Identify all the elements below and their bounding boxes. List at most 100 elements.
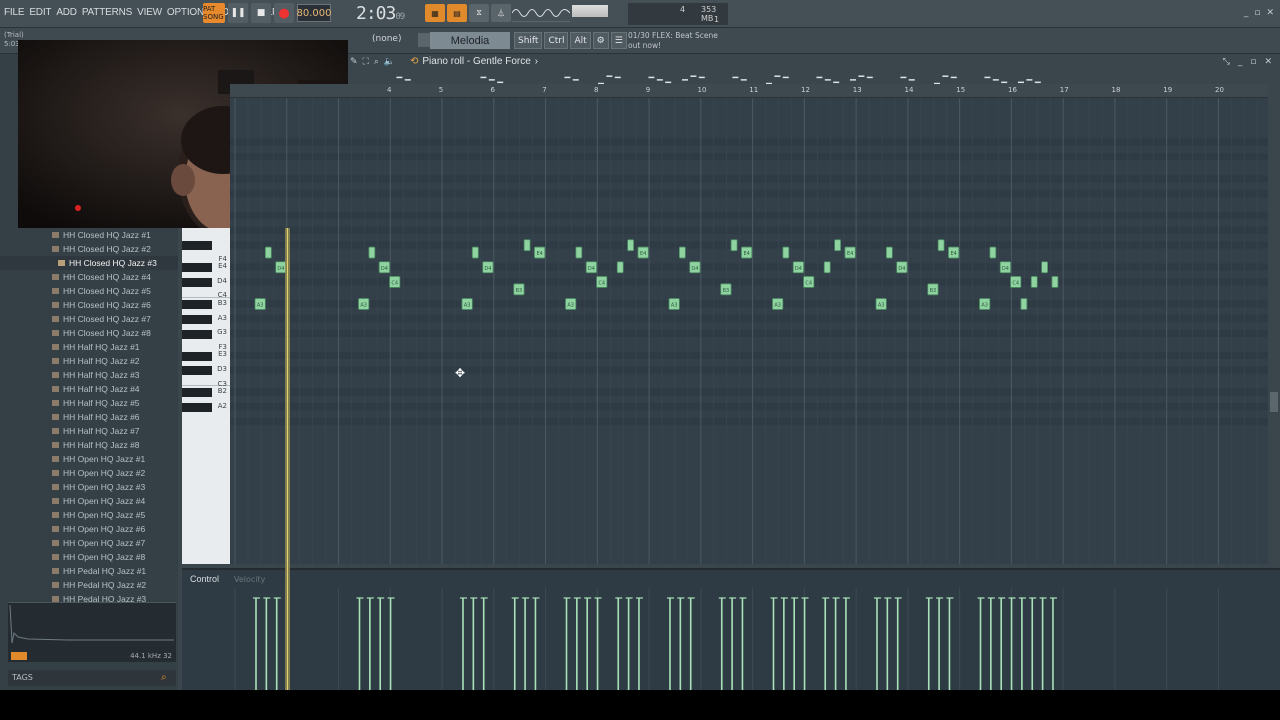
browser-item[interactable]: HH Closed HQ Jazz #5 [0, 284, 178, 298]
news-ticker[interactable]: 01/30 FLEX: Beat Scene out now! [628, 31, 718, 51]
pat-song-toggle[interactable]: PAT SONG [203, 3, 225, 23]
pr-maximize-icon[interactable]: ▫ [1250, 57, 1256, 67]
pr-minimize-icon[interactable]: _ [1238, 57, 1243, 67]
note[interactable] [264, 246, 272, 259]
step-mode-button[interactable]: ▤ [447, 4, 467, 22]
zoom-icon[interactable]: ⌕ [374, 57, 379, 67]
note[interactable] [730, 239, 738, 252]
fullscreen-icon[interactable]: ⛶ [363, 57, 369, 67]
browser-item[interactable]: HH Closed HQ Jazz #2 [0, 242, 178, 256]
preview-play-icon[interactable] [11, 652, 27, 660]
menu-item-patterns[interactable]: PATTERNS [82, 7, 132, 18]
menu-button[interactable]: ☰ [610, 32, 627, 49]
menu-item-edit[interactable]: EDIT [29, 7, 51, 18]
browser-item[interactable]: HH Half HQ Jazz #2 [0, 354, 178, 368]
master-volume-meter[interactable] [572, 5, 608, 17]
browser-item[interactable]: HH Pedal HQ Jazz #2 [0, 578, 178, 592]
black-key[interactable] [182, 278, 212, 288]
note[interactable] [575, 246, 583, 259]
black-key[interactable] [182, 263, 212, 273]
speaker-icon[interactable]: 🔈 [384, 57, 395, 67]
velocity-lane[interactable] [230, 588, 1268, 690]
black-key[interactable] [182, 351, 212, 361]
control-label[interactable]: Control [190, 574, 219, 584]
scroll-thumb[interactable] [1270, 392, 1278, 412]
note[interactable] [834, 239, 841, 252]
alt-button[interactable]: Alt [570, 32, 591, 49]
browser-item[interactable]: HH Open HQ Jazz #1 [0, 452, 178, 466]
black-key[interactable] [182, 366, 212, 376]
metronome-button[interactable]: ⏃ [491, 4, 511, 22]
maximize-icon[interactable]: ▫ [1254, 8, 1260, 18]
note[interactable] [885, 246, 893, 259]
note[interactable] [678, 246, 686, 259]
shift-button[interactable]: Shift [514, 32, 543, 49]
note[interactable] [1030, 276, 1038, 288]
browser-item[interactable]: HH Open HQ Jazz #5 [0, 508, 178, 522]
tempo-display[interactable]: 80.000 [297, 4, 332, 22]
note[interactable] [523, 239, 531, 252]
black-key[interactable] [182, 388, 212, 398]
note[interactable] [823, 261, 831, 274]
browser-item[interactable]: HH Half HQ Jazz #4 [0, 382, 178, 396]
browser-item[interactable]: HH Open HQ Jazz #3 [0, 480, 178, 494]
pattern-selector[interactable]: (none) [372, 34, 401, 44]
note[interactable] [989, 246, 997, 259]
song-time-display[interactable]: 2:0309 [356, 3, 405, 24]
browser-item[interactable]: HH Pedal HQ Jazz #1 [0, 564, 178, 578]
black-key[interactable] [182, 241, 212, 251]
browser-item[interactable]: HH Closed HQ Jazz #3 [0, 256, 178, 270]
record-button[interactable]: ● [274, 3, 294, 23]
play-pattern-button[interactable] [418, 33, 430, 47]
ctrl-button[interactable]: Ctrl [544, 32, 569, 49]
detach-icon[interactable]: ⤡ [1223, 57, 1230, 67]
black-key[interactable] [182, 314, 212, 324]
browser-item[interactable]: HH Half HQ Jazz #8 [0, 438, 178, 452]
browser-item[interactable]: HH Open HQ Jazz #6 [0, 522, 178, 536]
note[interactable] [1020, 298, 1028, 310]
minimize-icon[interactable]: _ [1244, 8, 1249, 18]
pr-close-icon[interactable]: ✕ [1264, 57, 1272, 67]
wait-button[interactable]: ⧖ [469, 4, 489, 22]
black-key[interactable] [182, 300, 212, 310]
note[interactable] [782, 246, 790, 259]
note[interactable] [1041, 261, 1048, 274]
browser-item[interactable]: HH Half HQ Jazz #6 [0, 410, 178, 424]
piano-roll-overview[interactable] [348, 70, 1268, 87]
note[interactable] [471, 246, 479, 259]
close-icon[interactable]: ✕ [1266, 8, 1274, 18]
note[interactable] [616, 261, 624, 274]
browser-item[interactable]: HH Closed HQ Jazz #1 [0, 228, 178, 242]
piano-keyboard[interactable]: F4 E4 D4 C4 B3 A3 G3 F3 E3 D3 C3 B2 A2 [182, 228, 230, 564]
black-key[interactable] [182, 403, 212, 413]
menu-item-view[interactable]: VIEW [137, 7, 162, 18]
note[interactable] [627, 239, 635, 252]
tags-bar[interactable]: TAGS ⌕ [8, 670, 176, 686]
black-key[interactable] [182, 329, 212, 339]
browser-item[interactable]: HH Closed HQ Jazz #7 [0, 312, 178, 326]
pattern-mode-button[interactable]: ▦ [425, 4, 445, 22]
browser-item[interactable]: HH Open HQ Jazz #7 [0, 536, 178, 550]
browser-item[interactable]: HH Half HQ Jazz #1 [0, 340, 178, 354]
browser-item[interactable]: HH Half HQ Jazz #3 [0, 368, 178, 382]
browser-item[interactable]: HH Closed HQ Jazz #4 [0, 270, 178, 284]
browser-item[interactable]: HH Half HQ Jazz #5 [0, 396, 178, 410]
note[interactable] [937, 239, 945, 252]
piano-roll-title-bar[interactable]: ⟲ Piano roll - Gentle Force › [410, 56, 538, 67]
browser-item[interactable]: HH Closed HQ Jazz #8 [0, 326, 178, 340]
browser-item[interactable]: HH Closed HQ Jazz #6 [0, 298, 178, 312]
instrument-selector[interactable]: Melodia [430, 32, 510, 49]
settings-button[interactable]: ⚙ [592, 32, 609, 49]
menu-item-add[interactable]: ADD [56, 7, 77, 18]
menu-item-file[interactable]: FILE [4, 7, 25, 18]
browser-item[interactable]: HH Half HQ Jazz #7 [0, 424, 178, 438]
browser-item[interactable]: HH Open HQ Jazz #4 [0, 494, 178, 508]
browser-item[interactable]: HH Open HQ Jazz #8 [0, 550, 178, 564]
vertical-scrollbar[interactable] [1268, 84, 1280, 568]
stop-button[interactable]: ■ [251, 3, 271, 23]
pause-button[interactable]: ❚❚ [228, 3, 248, 23]
time-ruler[interactable]: 4 5 6 7 8 9 10 11 12 13 14 15 16 17 18 19 20 [230, 84, 1268, 98]
note[interactable] [368, 246, 376, 259]
pencil-icon[interactable]: ✎ [350, 57, 358, 67]
search-icon[interactable]: ⌕ [161, 672, 173, 684]
